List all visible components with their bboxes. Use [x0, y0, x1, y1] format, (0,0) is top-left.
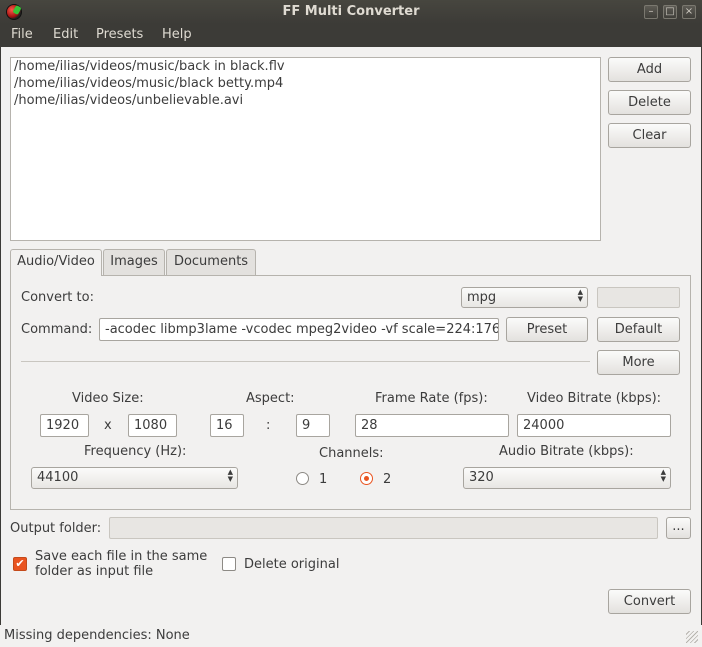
menu-presets[interactable]: Presets	[96, 27, 143, 42]
channel-1-label: 1	[319, 472, 328, 487]
spin-arrows-icon: ▲ ▼	[577, 288, 583, 303]
channels-label: Channels:	[319, 446, 384, 461]
maximize-icon[interactable]: □	[663, 5, 677, 19]
separator	[21, 361, 590, 362]
frequency-label: Frequency (Hz):	[84, 444, 187, 459]
browse-button[interactable]: ...	[666, 517, 691, 539]
more-button[interactable]: More	[597, 350, 680, 375]
window-title: FF Multi Converter	[282, 4, 420, 19]
format-select[interactable]: mpg ▲ ▼	[461, 287, 588, 308]
close-icon[interactable]: ×	[682, 5, 696, 19]
output-folder-label: Output folder:	[10, 521, 102, 536]
preset-button[interactable]: Preset	[506, 317, 588, 342]
channel-2-radio[interactable]	[360, 472, 373, 485]
delete-button[interactable]: Delete	[608, 90, 691, 115]
convert-to-label: Convert to:	[21, 290, 94, 305]
delete-original-label: Delete original	[244, 557, 340, 572]
convert-button[interactable]: Convert	[608, 589, 691, 614]
save-same-folder-label: Save each file in the same folder as inp…	[35, 549, 208, 579]
aspect-height-input[interactable]: 9	[296, 414, 330, 437]
resize-grip-icon[interactable]	[686, 631, 698, 643]
command-label: Command:	[21, 322, 93, 337]
channel-1-radio[interactable]	[296, 472, 309, 485]
frame-rate-label: Frame Rate (fps):	[375, 391, 488, 406]
aspect-label: Aspect:	[246, 391, 295, 406]
tab-audio-video[interactable]: Audio/Video	[10, 249, 102, 276]
delete-original-checkbox[interactable]	[222, 557, 236, 571]
add-button[interactable]: Add	[608, 57, 691, 82]
quality-select-disabled	[597, 287, 680, 308]
clear-button[interactable]: Clear	[608, 123, 691, 148]
audio-bitrate-value: 320	[469, 470, 494, 485]
height-input[interactable]: 1080	[128, 414, 177, 437]
status-bar: Missing dependencies: None	[0, 625, 702, 647]
spin-arrows-icon: ▲ ▼	[227, 468, 233, 483]
channel-2-label: 2	[383, 472, 392, 487]
list-item[interactable]: /home/ilias/videos/music/black betty.mp4	[14, 76, 283, 91]
status-text: Missing dependencies: None	[4, 628, 190, 643]
default-button[interactable]: Default	[597, 317, 680, 342]
command-input[interactable]: -acodec libmp3lame -vcodec mpeg2video -v…	[99, 318, 499, 341]
audio-bitrate-label: Audio Bitrate (kbps):	[499, 444, 634, 459]
size-separator: x	[104, 418, 112, 433]
save-same-folder-checkbox[interactable]: ✔	[13, 557, 27, 571]
list-item[interactable]: /home/ilias/videos/unbelievable.avi	[14, 93, 243, 108]
audio-bitrate-select[interactable]: 320 ▲ ▼	[463, 467, 671, 489]
list-item[interactable]: /home/ilias/videos/music/back in black.f…	[14, 59, 285, 74]
menu-file[interactable]: File	[11, 27, 33, 42]
video-bitrate-label: Video Bitrate (kbps):	[527, 391, 662, 406]
format-value: mpg	[467, 290, 497, 305]
video-size-label: Video Size:	[72, 391, 144, 406]
frame-rate-input[interactable]: 28	[355, 414, 509, 437]
aspect-separator: :	[266, 418, 271, 433]
output-folder-input[interactable]	[109, 517, 658, 539]
menu-bar: File Edit Presets Help	[0, 24, 702, 47]
aspect-width-input[interactable]: 16	[210, 414, 244, 437]
file-list[interactable]: /home/ilias/videos/music/back in black.f…	[10, 57, 601, 241]
tab-images[interactable]: Images	[103, 249, 165, 275]
minimize-icon[interactable]: –	[644, 5, 658, 19]
tab-documents[interactable]: Documents	[166, 249, 256, 275]
radio-selected-dot	[364, 476, 369, 481]
menu-edit[interactable]: Edit	[53, 27, 78, 42]
menu-help[interactable]: Help	[162, 27, 192, 42]
video-bitrate-input[interactable]: 24000	[517, 414, 671, 437]
title-bar: FF Multi Converter – □ ×	[0, 0, 702, 24]
frequency-value: 44100	[37, 470, 79, 485]
frequency-select[interactable]: 44100 ▲ ▼	[31, 467, 238, 489]
width-input[interactable]: 1920	[40, 414, 89, 437]
spin-arrows-icon: ▲ ▼	[660, 468, 666, 483]
